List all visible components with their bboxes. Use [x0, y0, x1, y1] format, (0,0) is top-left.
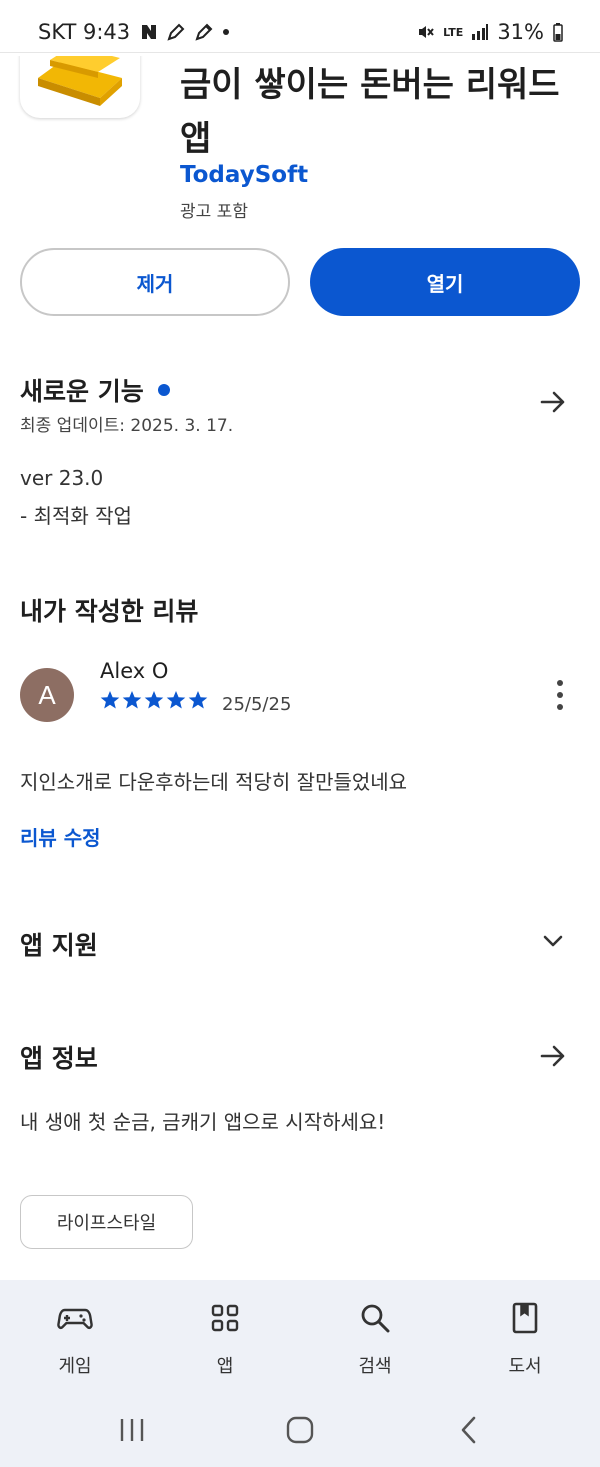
- nav-label-apps: 앱: [216, 1356, 234, 1377]
- whats-new-header[interactable]: 새로운 기능: [20, 372, 170, 408]
- notification-icons: [140, 22, 230, 42]
- edit-review-link[interactable]: 리뷰 수정: [20, 822, 101, 851]
- remove-button[interactable]: 제거: [20, 248, 290, 316]
- edit-icon: [195, 23, 213, 41]
- more-options-icon[interactable]: [553, 680, 567, 710]
- search-icon: [361, 1304, 390, 1333]
- battery-text: 31%: [497, 20, 544, 44]
- status-bar: SKT 9:43 LTE 31%: [0, 0, 600, 56]
- ads-note: 광고 포함: [180, 202, 248, 222]
- category-chip[interactable]: 라이프스타일: [20, 1195, 193, 1249]
- my-review-title: 내가 작성한 리뷰: [20, 597, 199, 626]
- nav-label-search: 검색: [358, 1356, 392, 1377]
- mute-icon: [419, 26, 434, 38]
- app-info-header[interactable]: 앱 정보: [20, 1039, 98, 1075]
- gamepad-icon: [57, 1308, 93, 1329]
- version-text: ver 23.0: [20, 466, 104, 490]
- nav-label-books: 도서: [508, 1356, 542, 1377]
- status-right: LTE 31%: [417, 20, 564, 44]
- nav-label-games: 게임: [58, 1356, 92, 1377]
- pen-icon: [167, 23, 185, 41]
- whats-new-title: 새로운 기능: [20, 377, 144, 406]
- signal-icon: [472, 24, 489, 40]
- update-note: - 최적화 작업: [20, 504, 132, 528]
- nav-item-games[interactable]: 게임: [15, 1300, 135, 1378]
- star-icon: [166, 691, 186, 709]
- star-icon: [100, 691, 120, 709]
- star-icon: [188, 691, 208, 709]
- app-description: 내 생애 첫 순금, 금캐기 앱으로 시작하세요!: [20, 1110, 386, 1134]
- open-button[interactable]: 열기: [310, 248, 580, 316]
- developer-link[interactable]: TodaySoft: [180, 162, 308, 188]
- nav-item-apps[interactable]: 앱: [165, 1300, 285, 1378]
- status-divider: [0, 52, 600, 53]
- avatar: A: [20, 668, 74, 722]
- review-date: 25/5/25: [222, 694, 292, 715]
- app-support-header[interactable]: 앱 지원: [20, 926, 98, 962]
- nav-item-search[interactable]: 검색: [315, 1300, 435, 1378]
- naver-icon: [142, 25, 157, 39]
- network-type: LTE: [443, 25, 464, 39]
- carrier-time: SKT 9:43: [38, 20, 131, 44]
- back-icon[interactable]: [456, 1415, 482, 1445]
- star-icon: [144, 691, 164, 709]
- bottom-nav: 게임 앱 검색 도서: [0, 1280, 600, 1467]
- app-title: 금이 쌓이는 돈버는 리워드 앱: [180, 65, 560, 159]
- whats-new-arrow-icon[interactable]: [538, 387, 568, 417]
- reviewer-name: Alex O: [100, 659, 169, 683]
- star-icon: [122, 691, 142, 709]
- star-rating: [100, 690, 208, 710]
- home-icon[interactable]: [285, 1415, 315, 1445]
- system-nav-bar: [0, 1410, 600, 1450]
- chevron-down-icon[interactable]: [538, 926, 568, 956]
- review-text: 지인소개로 다운후하는데 적당히 잘만들었네요: [20, 770, 408, 794]
- last-updated: 최종 업데이트: 2025. 3. 17.: [20, 416, 234, 436]
- battery-icon: [553, 23, 563, 42]
- nav-item-books[interactable]: 도서: [465, 1300, 585, 1378]
- recent-apps-icon[interactable]: [118, 1416, 146, 1444]
- app-info-arrow-icon[interactable]: [538, 1041, 568, 1071]
- new-indicator-dot: [157, 384, 170, 396]
- book-icon: [512, 1302, 538, 1334]
- apps-grid-icon: [211, 1304, 239, 1332]
- status-left: SKT 9:43: [38, 20, 230, 44]
- dot-icon: [223, 29, 230, 35]
